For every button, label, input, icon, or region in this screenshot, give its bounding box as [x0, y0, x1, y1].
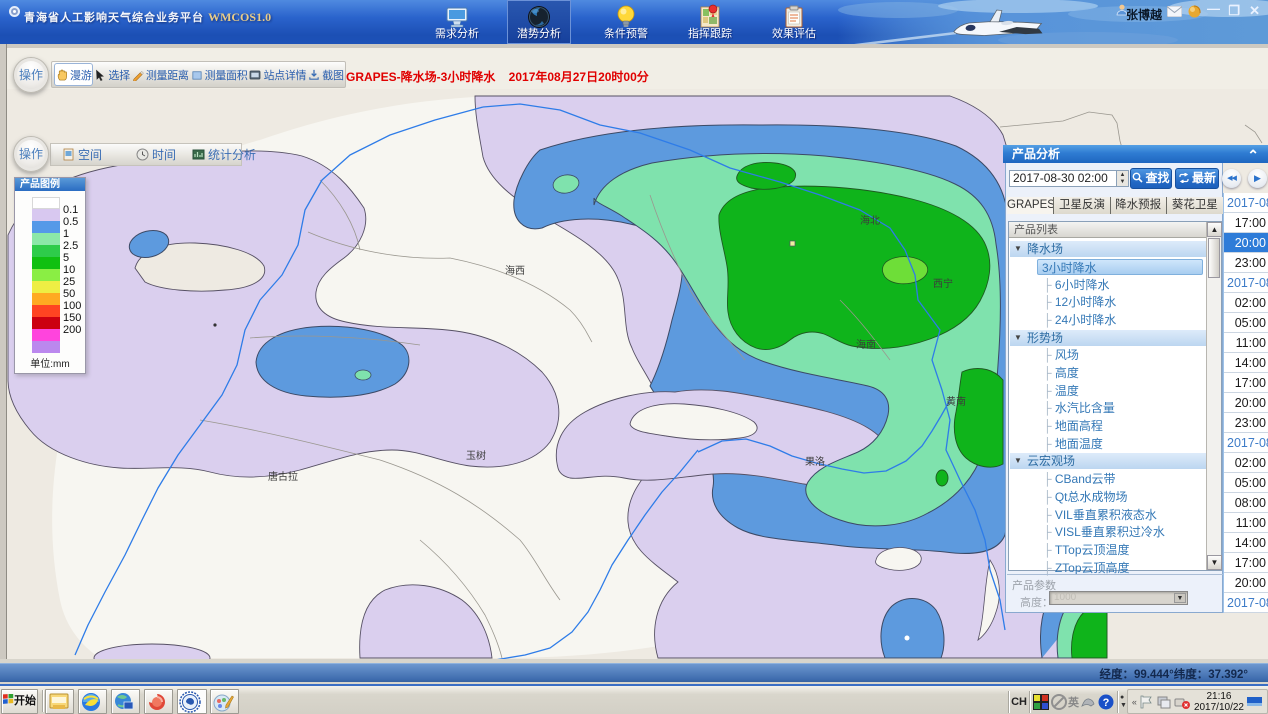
svg-text:?: ?: [1103, 697, 1110, 709]
